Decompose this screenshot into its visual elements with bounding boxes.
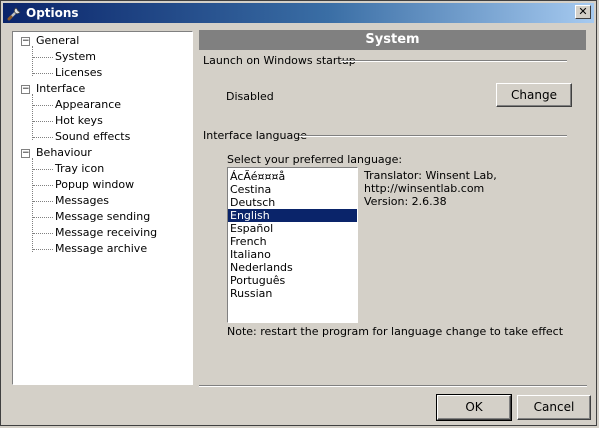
language-option[interactable]: French: [228, 235, 357, 248]
language-group-label: Interface language: [203, 129, 307, 142]
version-label: Version: 2.6.38: [364, 195, 447, 208]
tree-expander-behaviour[interactable]: −: [21, 149, 30, 158]
close-button[interactable]: ✕: [575, 5, 591, 19]
wrench-icon: [7, 7, 21, 21]
tree-item-message-receiving[interactable]: Message receiving: [55, 226, 157, 240]
tree-item-message-archive[interactable]: Message archive: [55, 242, 147, 256]
tree-item-system[interactable]: System: [55, 50, 96, 64]
translator-label: Translator: Winsent Lab,: [364, 169, 497, 182]
language-option[interactable]: ÁcÃé¤¤¤å: [228, 170, 357, 183]
tree-item-licenses[interactable]: Licenses: [55, 66, 102, 80]
language-option[interactable]: Deutsch: [228, 196, 357, 209]
language-option[interactable]: Español: [228, 222, 357, 235]
tree-item-messages[interactable]: Messages: [55, 194, 109, 208]
restart-note: Note: restart the program for language c…: [227, 325, 564, 338]
tree-expander-interface[interactable]: −: [21, 85, 30, 94]
language-group-divider: [299, 135, 567, 137]
language-option[interactable]: Português: [228, 274, 357, 287]
tree-expander-general[interactable]: −: [21, 37, 30, 46]
options-tree[interactable]: − General System Licenses − Interface Ap…: [12, 31, 193, 385]
language-option[interactable]: Italiano: [228, 248, 357, 261]
startup-group-label: Launch on Windows startup: [203, 54, 356, 67]
bottom-divider: [199, 385, 587, 387]
window-title: Options: [26, 6, 79, 20]
tree-item-hot-keys[interactable]: Hot keys: [55, 114, 103, 128]
tree-item-interface[interactable]: Interface: [36, 82, 85, 96]
tree-item-popup-window[interactable]: Popup window: [55, 178, 134, 192]
startup-group-divider: [341, 60, 567, 62]
language-option[interactable]: Cestina: [228, 183, 357, 196]
tree-item-behaviour[interactable]: Behaviour: [36, 146, 92, 160]
options-window: Options ✕ − General System Licenses − In…: [0, 0, 597, 426]
startup-status: Disabled: [226, 90, 274, 103]
tree-item-appearance[interactable]: Appearance: [55, 98, 121, 112]
title-bar[interactable]: Options ✕: [3, 3, 594, 23]
tree-item-tray-icon[interactable]: Tray icon: [55, 162, 104, 176]
language-option[interactable]: Nederlands: [228, 261, 357, 274]
tree-item-general[interactable]: General: [36, 34, 79, 48]
language-prompt: Select your preferred language:: [227, 153, 403, 166]
change-button[interactable]: Change: [496, 83, 572, 107]
tree-item-message-sending[interactable]: Message sending: [55, 210, 150, 224]
close-icon: ✕: [578, 5, 588, 18]
language-option[interactable]: Russian: [228, 287, 357, 300]
translator-url: http://winsentlab.com: [364, 182, 485, 195]
panel-title: System: [199, 30, 586, 50]
tree-item-sound-effects[interactable]: Sound effects: [55, 130, 130, 144]
language-listbox[interactable]: ÁcÃé¤¤¤å Cestina Deutsch English Español…: [227, 167, 358, 323]
ok-button[interactable]: OK: [436, 394, 512, 421]
cancel-button[interactable]: Cancel: [517, 395, 591, 420]
language-option-selected[interactable]: English: [228, 209, 357, 222]
